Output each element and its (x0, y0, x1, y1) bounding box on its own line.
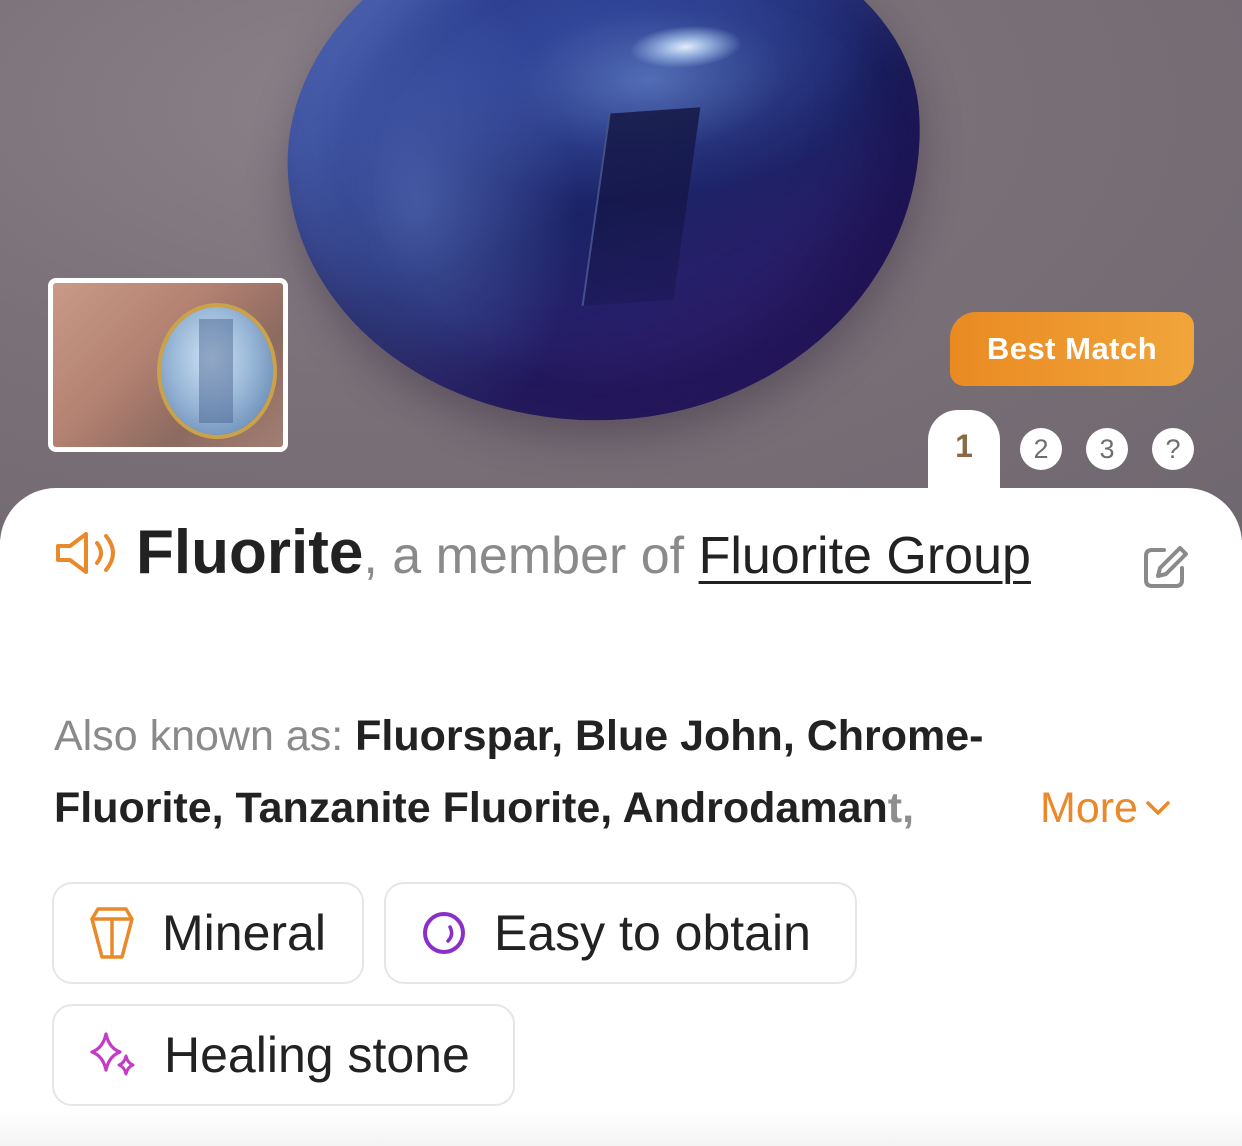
chevron-down-icon (1146, 801, 1170, 815)
species-name: Fluorite (136, 518, 364, 587)
group-link[interactable]: Fluorite Group (699, 527, 1031, 585)
more-label: More (1040, 783, 1138, 832)
tag-mineral-label: Mineral (162, 905, 326, 961)
ring-icon (423, 912, 465, 954)
best-match-badge: Best Match (950, 312, 1194, 386)
bottom-divider-shadow (0, 1110, 1242, 1146)
member-of-text: , a member of (363, 527, 699, 585)
more-button[interactable]: More (1040, 772, 1200, 844)
result-tab-2[interactable]: 2 (1020, 428, 1062, 470)
result-title: Fluorite, a member of Fluorite Group (54, 517, 1114, 592)
result-tab-3-label: 3 (1099, 433, 1115, 464)
tag-mineral[interactable]: Mineral (52, 882, 364, 984)
result-tab-help[interactable]: ? (1152, 428, 1194, 470)
result-tab-2-label: 2 (1033, 433, 1049, 464)
thumbnail-gem (161, 307, 273, 435)
sparkle-icon (90, 1032, 135, 1076)
tag-healing-stone[interactable]: Healing stone (52, 1004, 515, 1106)
result-tab-3[interactable]: 3 (1086, 428, 1128, 470)
also-known-as: Also known as: Fluorspar, Blue John, Chr… (54, 700, 1054, 844)
speaker-icon[interactable] (54, 529, 124, 577)
tag-easy-to-obtain-label: Easy to obtain (494, 905, 811, 961)
tag-easy-to-obtain[interactable]: Easy to obtain (384, 882, 857, 984)
aka-truncated: t, (887, 784, 915, 832)
result-tab-help-label: ? (1165, 433, 1181, 464)
edit-icon[interactable] (1140, 542, 1190, 592)
tag-healing-stone-label: Healing stone (164, 1027, 470, 1083)
result-tab-1-label: 1 (955, 428, 973, 464)
user-photo-thumbnail[interactable] (48, 278, 288, 452)
crystal-icon (90, 907, 134, 959)
aka-label: Also known as: (54, 712, 356, 760)
fluorite-stone-image (270, 0, 940, 442)
result-tab-1[interactable]: 1 (928, 410, 1000, 500)
